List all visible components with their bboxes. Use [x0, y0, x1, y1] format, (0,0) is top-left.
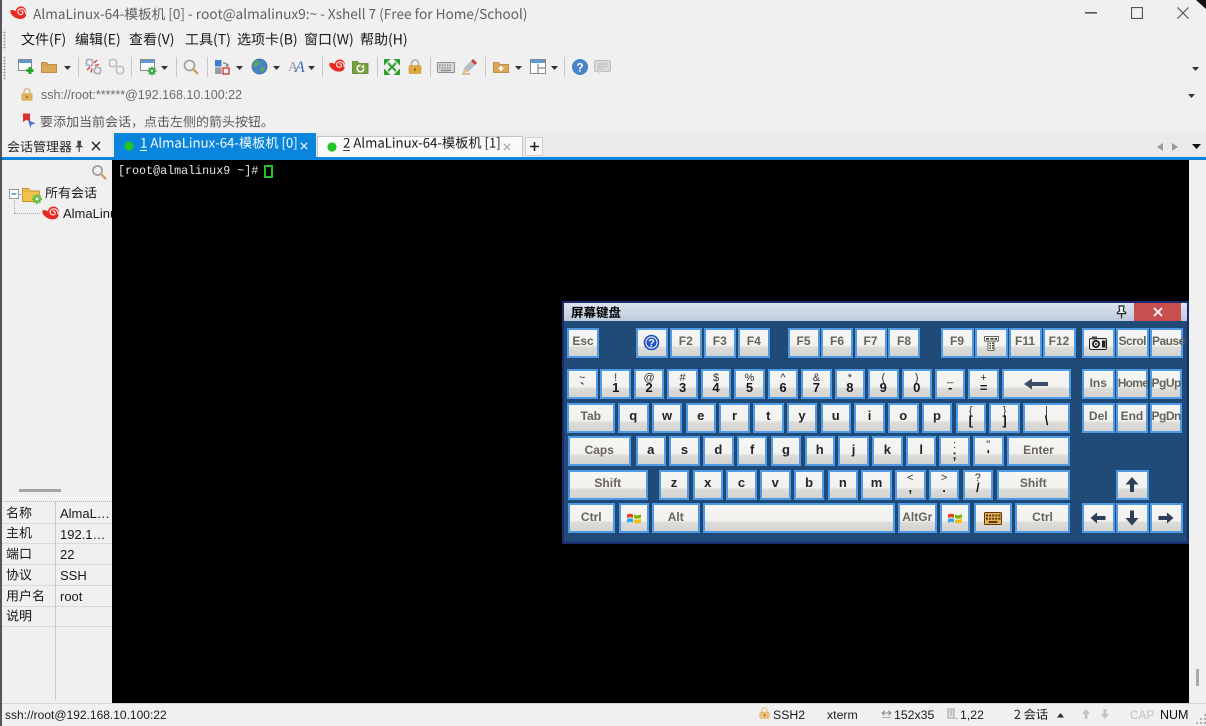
svg-text:?: ?: [648, 338, 655, 350]
svg-text:?: ?: [576, 61, 583, 74]
svg-text:A: A: [294, 59, 305, 74]
